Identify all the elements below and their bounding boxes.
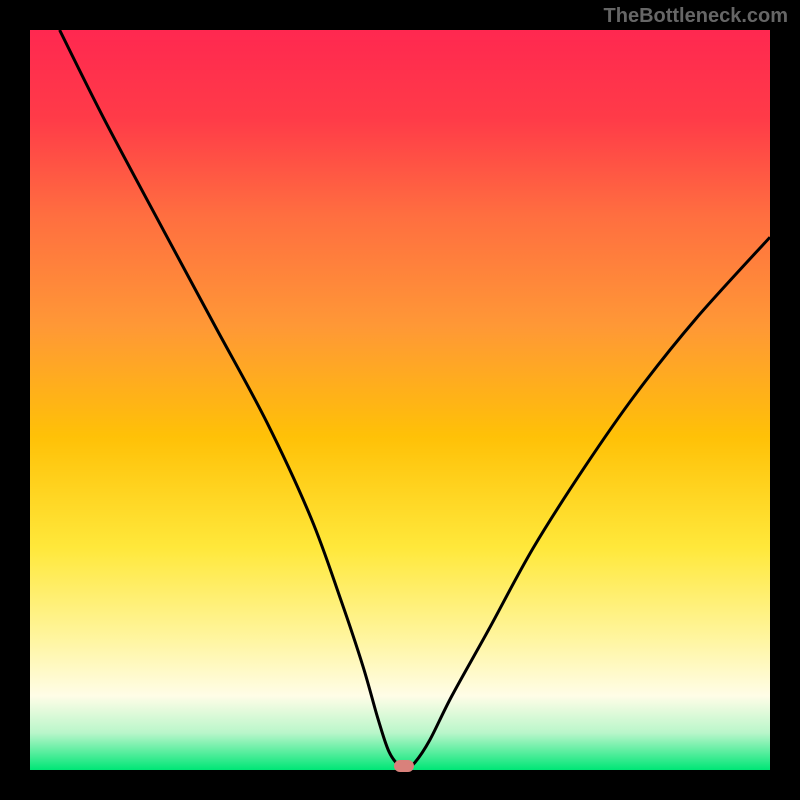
watermark-text: TheBottleneck.com — [604, 5, 788, 28]
bottleneck-chart — [30, 30, 770, 770]
chart-curve — [30, 30, 770, 770]
bottleneck-marker — [394, 760, 414, 772]
